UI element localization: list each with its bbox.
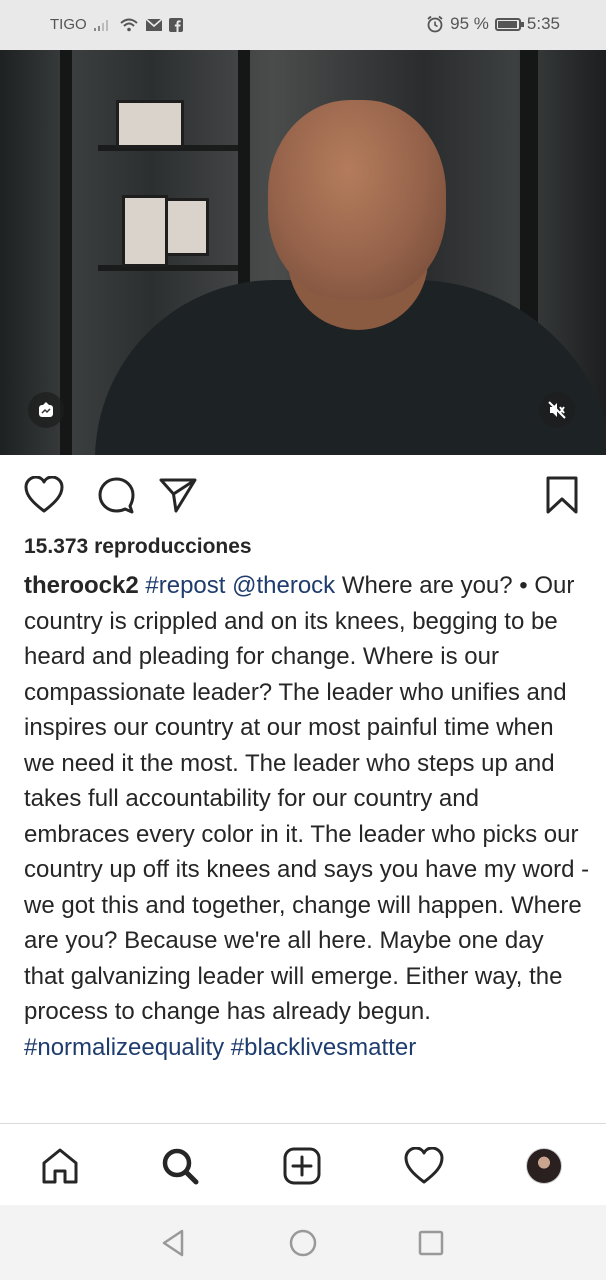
alarm-icon [426,15,444,33]
system-navigation-bar [0,1205,606,1280]
facebook-icon [168,17,183,32]
comment-icon[interactable] [94,470,138,520]
bottom-navigation [0,1123,606,1206]
view-count: 15.373 reproducciones [24,535,252,558]
battery-icon [494,17,524,31]
search-icon[interactable] [158,1144,202,1188]
hashtag-link[interactable]: #blacklivesmatter [231,1034,416,1061]
activity-heart-icon[interactable] [402,1144,446,1188]
caption-username[interactable]: theroock2 [24,572,139,599]
profile-avatar[interactable] [522,1144,566,1188]
bookmark-icon[interactable] [540,470,584,520]
photo-frame [165,198,209,256]
hashtag-link[interactable]: #normalizeequality [24,1034,224,1061]
status-bar: TIGO 95 % 5:35 [0,0,606,50]
heart-icon[interactable] [22,470,66,520]
hashtag-link[interactable]: #repost [145,572,225,599]
post-caption: theroock2 #repost @therock Where are you… [24,568,590,1126]
back-icon[interactable] [157,1227,189,1259]
person-head [268,100,446,300]
signal-icon [93,18,113,32]
caption-text: Where are you? • Our country is crippled… [24,572,590,1025]
recents-icon[interactable] [415,1227,447,1259]
avatar [526,1148,562,1184]
photo-frame [116,100,184,148]
wifi-icon [119,18,139,32]
speaker-muted-icon[interactable] [539,392,575,428]
mention-link[interactable]: @therock [232,572,335,599]
battery-percent: 95 % [450,14,489,33]
photo-frame [122,195,168,267]
add-post-icon[interactable] [280,1144,324,1188]
mail-icon [145,17,163,32]
post-video[interactable] [0,50,606,455]
carrier-label: TIGO [50,16,87,33]
home-button-icon[interactable] [287,1227,319,1259]
tag-people-icon[interactable] [28,392,64,428]
post-actions [0,470,606,520]
send-icon[interactable] [156,470,200,520]
clock: 5:35 [526,14,560,33]
home-icon[interactable] [38,1144,82,1188]
